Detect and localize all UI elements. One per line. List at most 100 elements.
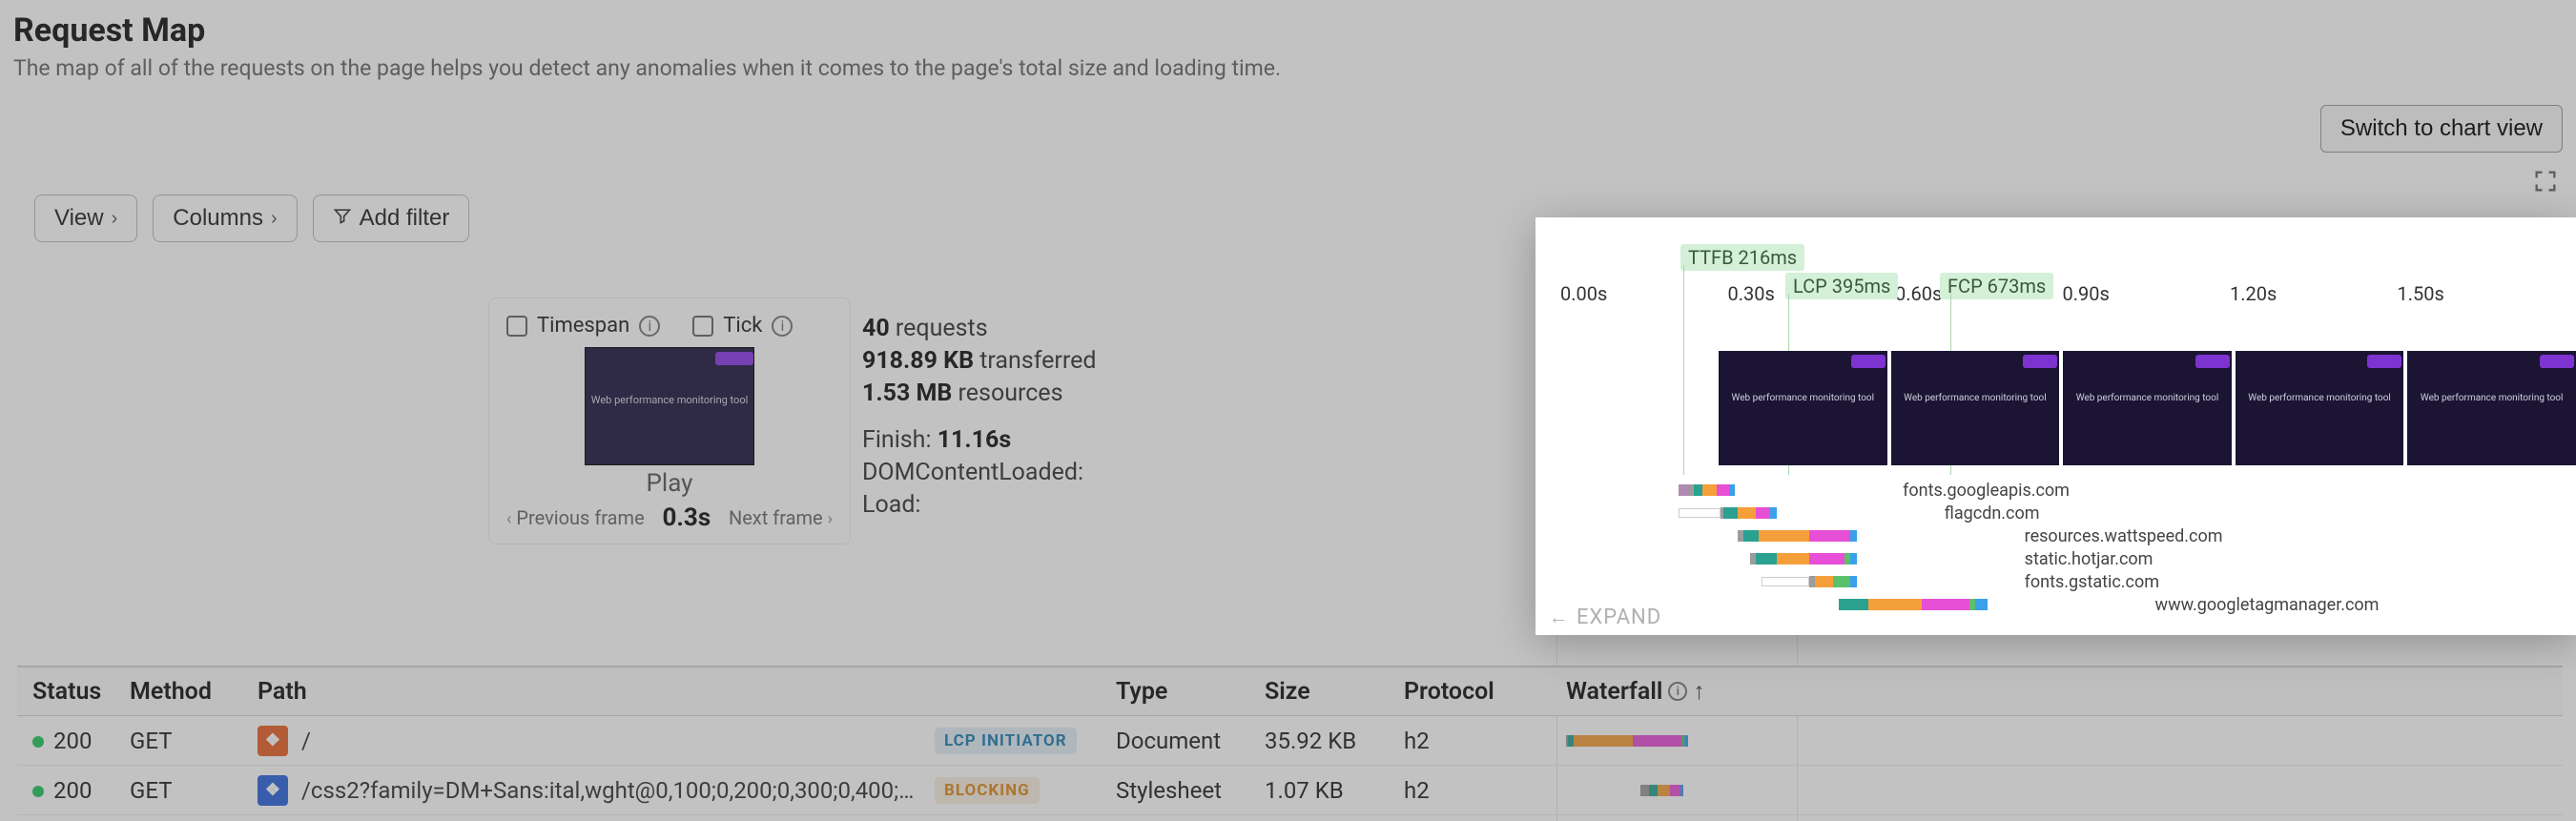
filmstrip-frame[interactable]: Web performance monitoring tool	[2407, 351, 2576, 465]
filmstrip: Web performance monitoring tool Web perf…	[1719, 351, 2576, 465]
finish-value: 11.16s	[938, 426, 1011, 454]
host-name: flagcdn.com	[1945, 503, 2040, 523]
view-label: View	[54, 205, 104, 232]
tick-checkbox[interactable]	[692, 316, 713, 337]
prev-frame-label: Previous frame	[516, 506, 644, 529]
current-frame-time: 0.3s	[662, 503, 711, 532]
html-file-icon: ❖	[258, 726, 288, 756]
fullscreen-icon[interactable]	[2532, 168, 2559, 195]
next-frame-button[interactable]: Next frame ›	[729, 506, 833, 529]
col-waterfall[interactable]: Waterfall i	[1555, 678, 2563, 706]
col-size[interactable]: Size	[1255, 678, 1394, 706]
filmstrip-frame[interactable]: Web performance monitoring tool	[1719, 351, 1887, 465]
css-file-icon: ❖	[258, 775, 288, 806]
host-name: www.googletagmanager.com	[2155, 595, 2380, 615]
filmstrip-frame[interactable]: Web performance monitoring tool	[1891, 351, 2060, 465]
info-icon[interactable]: i	[772, 316, 793, 337]
size-cell: 35.92 KB	[1255, 728, 1394, 754]
finish-label: Finish:	[862, 426, 938, 454]
stats-summary: 40 requests 918.89 KB transferred 1.53 M…	[862, 313, 1096, 522]
play-button[interactable]: Play	[506, 469, 833, 498]
info-icon[interactable]: i	[1668, 682, 1687, 701]
arrow-left-icon: ←	[1549, 605, 1569, 629]
host-row: fonts.googleapis.com	[1679, 479, 2568, 502]
status-code: 200	[53, 728, 92, 754]
host-row: flagcdn.com	[1679, 502, 2568, 524]
host-row: www.googletagmanager.com	[1679, 593, 2568, 616]
expand-label: EXPAND	[1577, 605, 1661, 629]
waterfall-row-bar	[1566, 785, 2553, 796]
dcl-label: DOMContentLoaded:	[862, 457, 1096, 489]
tick-label: 1.50s	[2398, 282, 2566, 305]
request-count: 40	[862, 315, 890, 342]
host-name: static.hotjar.com	[2025, 549, 2154, 569]
resources-size: 1.53 MB	[862, 380, 952, 407]
columns-dropdown[interactable]: Columns ›	[153, 195, 297, 242]
requests-table: Status Method Path Type Size Protocol Wa…	[17, 666, 2563, 815]
table-row[interactable]: 200 GET ❖ / LCP INITIATOR Document 35.92…	[17, 716, 2563, 766]
thumbnail-caption: Web performance monitoring tool	[586, 394, 753, 406]
col-protocol[interactable]: Protocol	[1394, 678, 1555, 706]
host-row: fonts.gstatic.com	[1679, 570, 2568, 593]
status-dot-icon	[32, 736, 44, 748]
lcp-initiator-badge: LCP INITIATOR	[935, 728, 1077, 754]
tick-label: 0.00s	[1560, 282, 1728, 305]
fcp-marker: FCP 673ms	[1940, 273, 2053, 299]
page-subtitle: The map of all of the requests on the pa…	[13, 55, 2563, 81]
columns-label: Columns	[173, 205, 263, 232]
lcp-marker: LCP 395ms	[1785, 273, 1898, 299]
waterfall-row-bar	[1566, 735, 2553, 747]
load-label: Load:	[862, 489, 1096, 522]
ttfb-marker: TTFB 216ms	[1680, 244, 1804, 271]
filmstrip-frame[interactable]: Web performance monitoring tool	[2063, 351, 2232, 465]
transferred-size: 918.89 KB	[862, 347, 974, 375]
tick-label: 0.90s	[2063, 282, 2231, 305]
col-method[interactable]: Method	[120, 678, 248, 706]
chevron-left-icon: ‹	[506, 509, 511, 529]
waterfall-header-label: Waterfall	[1566, 678, 1662, 706]
type-cell: Stylesheet	[1106, 777, 1255, 804]
timespan-checkbox[interactable]	[506, 316, 527, 337]
chevron-right-icon: ›	[271, 208, 278, 230]
switch-chart-view-button[interactable]: Switch to chart view	[2320, 105, 2563, 153]
status-code: 200	[53, 777, 92, 804]
previous-frame-button[interactable]: ‹ Previous frame	[506, 506, 645, 529]
col-type[interactable]: Type	[1106, 678, 1255, 706]
path-text: /	[301, 728, 921, 754]
path-text: /css2?family=DM+Sans:ital,wght@0,100;0,2…	[301, 777, 921, 804]
method-cell: GET	[120, 728, 248, 754]
host-bars: fonts.googleapis.comflagcdn.com resources…	[1679, 479, 2568, 616]
host-row: resources.wattspeed.com	[1679, 524, 2568, 547]
expand-button[interactable]: ← EXPAND	[1549, 605, 1661, 629]
host-name: fonts.googleapis.com	[1903, 481, 2070, 501]
host-name: fonts.gstatic.com	[2025, 572, 2159, 592]
view-dropdown[interactable]: View ›	[34, 195, 137, 242]
col-status[interactable]: Status	[17, 678, 120, 706]
col-path[interactable]: Path	[248, 678, 1106, 706]
waterfall-popover: TTFB 216ms LCP 395ms FCP 673ms 0.00s 0.3…	[1535, 217, 2576, 635]
timeline-ticks: 0.00s 0.30s 0.60s 0.90s 1.20s 1.50s	[1560, 282, 2565, 305]
info-icon[interactable]: i	[639, 316, 660, 337]
request-count-label: requests	[890, 315, 988, 342]
status-dot-icon	[32, 786, 44, 797]
host-name: resources.wattspeed.com	[2025, 526, 2223, 546]
blocking-badge: BLOCKING	[935, 777, 1040, 804]
protocol-cell: h2	[1394, 728, 1555, 754]
resources-label: resources	[952, 380, 1062, 407]
sort-asc-icon	[1693, 678, 1705, 706]
table-row[interactable]: 200 GET ❖ /css2?family=DM+Sans:ital,wght…	[17, 766, 2563, 815]
type-cell: Document	[1106, 728, 1255, 754]
filter-icon	[333, 205, 352, 232]
add-filter-button[interactable]: Add filter	[313, 195, 470, 242]
overview-card: Timespan i Tick i Web performance monito…	[488, 298, 851, 544]
timespan-label: Timespan	[537, 314, 629, 338]
size-cell: 1.07 KB	[1255, 777, 1394, 804]
chevron-right-icon: ›	[112, 208, 118, 230]
tick-label: Tick	[723, 314, 762, 338]
filmstrip-frame[interactable]: Web performance monitoring tool	[2236, 351, 2404, 465]
chevron-right-icon: ›	[828, 509, 833, 529]
method-cell: GET	[120, 777, 248, 804]
add-filter-label: Add filter	[360, 205, 450, 232]
next-frame-label: Next frame	[729, 506, 823, 529]
page-title: Request Map	[13, 11, 2563, 50]
